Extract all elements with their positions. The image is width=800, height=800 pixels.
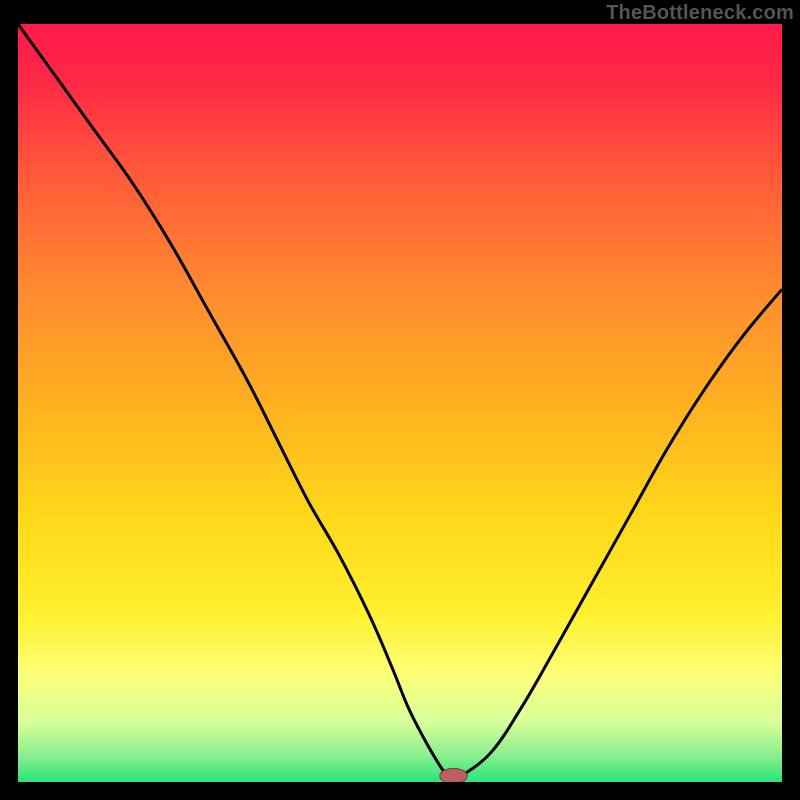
watermark: TheBottleneck.com <box>606 2 794 25</box>
minimum-marker <box>440 768 468 782</box>
chart-frame: TheBottleneck.com <box>0 0 800 800</box>
bottleneck-chart <box>18 24 782 782</box>
plot-area <box>18 24 782 782</box>
gradient-background <box>18 24 782 782</box>
